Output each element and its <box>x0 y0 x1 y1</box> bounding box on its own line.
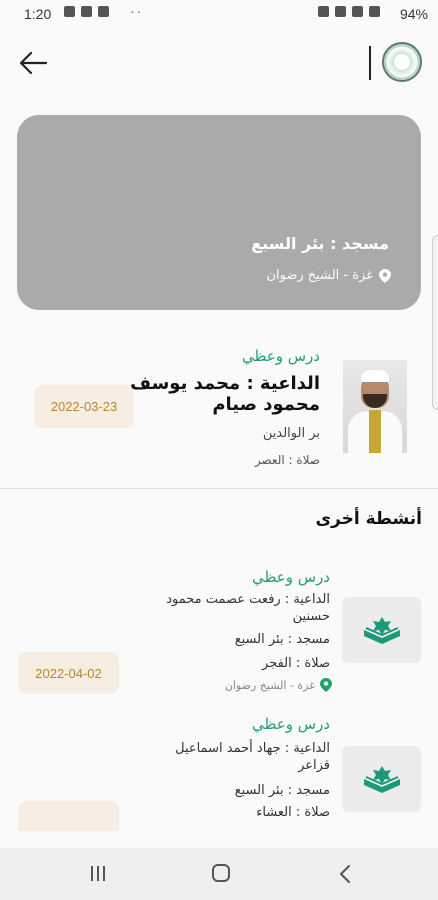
activity-date-badge <box>18 801 119 831</box>
notification-icons <box>64 6 109 17</box>
activity-type: درس وعظي <box>251 568 330 586</box>
activity-location: غزة - الشيخ رضوان <box>225 678 332 692</box>
activity-mosque: مسجد : بئر السبع <box>234 632 330 647</box>
activity-location-text: غزة - الشيخ رضوان <box>224 678 315 692</box>
activity-preacher: الداعية : جهاد أحمد اسماعيل قزاعر <box>175 741 330 773</box>
activity-prayer: صلاة : العشاء <box>256 805 330 820</box>
activity-prayer: صلاة : الفجر <box>262 656 330 671</box>
main-activity-type: درس وعظي <box>241 347 320 365</box>
status-time: 1:20 <box>24 6 52 22</box>
activity-type: درس وعظي <box>251 715 330 733</box>
system-navigation-bar <box>0 848 438 900</box>
activity-thumbnail <box>342 597 421 663</box>
section-divider <box>0 488 438 489</box>
quran-book-icon <box>363 617 400 644</box>
alarm-icon <box>318 6 329 17</box>
status-bar: 1:20 ·· 94% <box>0 0 438 28</box>
main-activity-card[interactable]: درس وعظي الداعية : محمد يوسف محمود صيام … <box>0 340 438 470</box>
app-bar <box>0 28 438 98</box>
activity-mosque: مسجد : بئر السبع <box>234 783 330 798</box>
preacher-photo <box>343 360 407 453</box>
hero-mosque-name: مسجد : بئر السبع <box>251 234 389 253</box>
other-activities-title: أنشطة أخرى <box>315 509 422 529</box>
mute-icon <box>335 6 346 17</box>
activity-preacher: الداعية : رفعت عصمت محمود حسنين <box>166 592 330 624</box>
main-date-badge: 2022-03-23 <box>34 385 134 428</box>
activity-date-badge: 2022-04-02 <box>18 652 119 694</box>
activity-item[interactable]: درس وعظي الداعية : جهاد أحمد اسماعيل قزا… <box>0 710 438 831</box>
wifi-icon <box>352 6 363 17</box>
activity-item[interactable]: درس وعظي الداعية : رفعت عصمت محمود حسنين… <box>0 560 438 700</box>
main-preacher-name: الداعية : محمد يوسف محمود صيام <box>130 373 320 415</box>
signal-icon <box>369 6 380 17</box>
system-back-icon[interactable] <box>338 864 352 884</box>
home-icon[interactable] <box>212 864 230 882</box>
shield-notification-icon <box>81 6 92 17</box>
main-activity-topic: بر الوالدين <box>262 426 320 441</box>
location-pin-icon <box>379 268 391 283</box>
mic-notification-icon <box>98 6 109 17</box>
main-activity-prayer: صلاة : العصر <box>254 453 320 467</box>
hero-location: غزة - الشيخ رضوان <box>266 268 391 283</box>
image-notification-icon <box>64 6 75 17</box>
activity-thumbnail <box>342 746 421 812</box>
mosque-hero-card: مسجد : بئر السبع غزة - الشيخ رضوان <box>17 115 421 310</box>
arrow-left-icon[interactable] <box>18 50 48 76</box>
organization-logo-icon <box>382 42 422 82</box>
location-pin-icon <box>320 678 332 692</box>
quran-book-icon <box>363 766 400 793</box>
system-icons <box>318 6 380 17</box>
recent-apps-icon[interactable] <box>89 865 107 882</box>
header-divider <box>369 46 371 80</box>
battery-level: 94% <box>399 6 428 22</box>
more-notifications-dots: ·· <box>130 3 144 19</box>
hero-location-text: غزة - الشيخ رضوان <box>266 268 373 283</box>
